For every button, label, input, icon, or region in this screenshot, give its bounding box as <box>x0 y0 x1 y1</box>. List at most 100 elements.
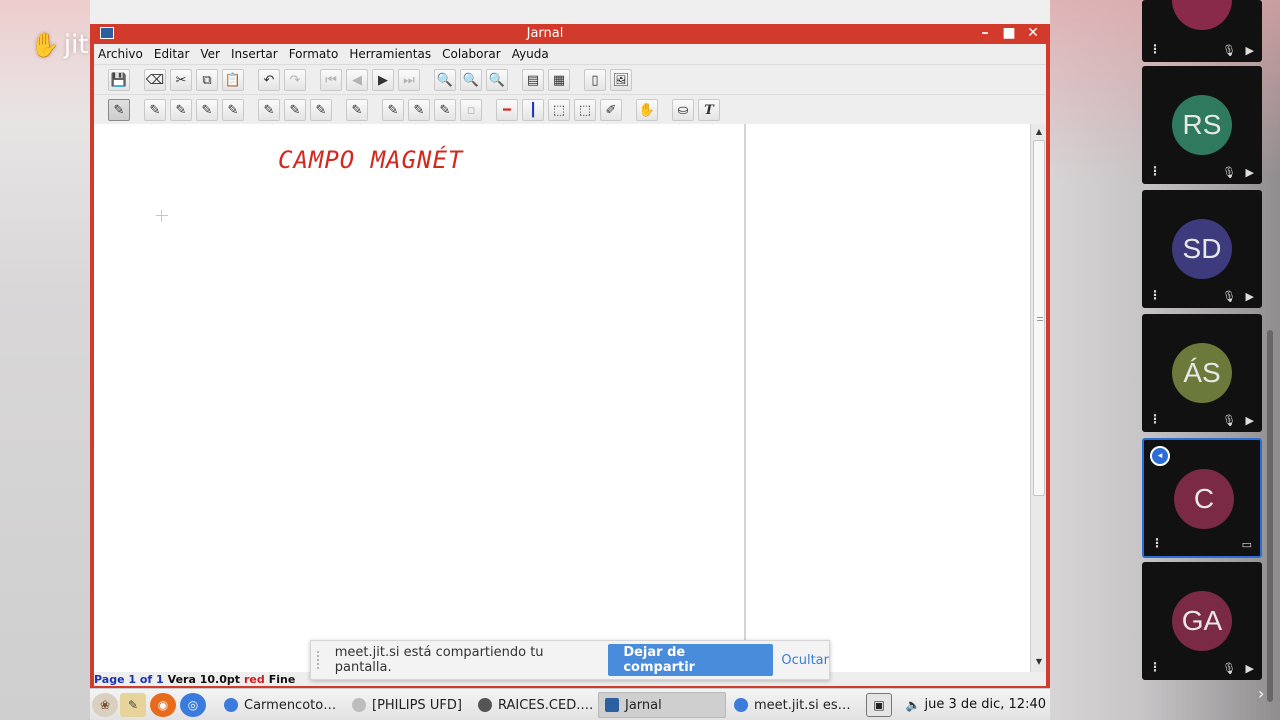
vertical-scrollbar[interactable]: ▲ ▼ <box>1030 124 1046 672</box>
highlighter-white-icon[interactable]: ▫ <box>460 99 482 121</box>
zoom-in-icon[interactable]: 🔍 <box>434 69 456 91</box>
filmstrip-scrollbar[interactable] <box>1267 330 1273 702</box>
copy-icon[interactable]: ⧉ <box>196 69 218 91</box>
previous-page-icon[interactable]: ◀ <box>346 69 368 91</box>
avatar: ÁS <box>1172 343 1232 403</box>
next-page-icon[interactable]: ▶ <box>372 69 394 91</box>
status-width: Fine <box>268 672 296 686</box>
avatar: GA <box>1172 591 1232 651</box>
insert-image-icon[interactable]: 🖼 <box>610 69 632 91</box>
participant-tile-c[interactable]: ◂ C ⋮ ▭ <box>1142 438 1262 558</box>
drag-handle[interactable] <box>317 651 329 669</box>
task-jarnal[interactable]: Jarnal <box>598 692 726 718</box>
more-options-icon[interactable]: ⋮ <box>1149 164 1161 178</box>
minimize-button[interactable]: – <box>978 25 992 41</box>
highlighter-blue-icon[interactable]: ✎ <box>382 99 404 121</box>
new-page-icon[interactable]: ▯ <box>584 69 606 91</box>
multi-page-view-icon[interactable]: ▦ <box>548 69 570 91</box>
menu-ayuda[interactable]: Ayuda <box>512 47 549 61</box>
line-horizontal-icon[interactable]: ━ <box>496 99 518 121</box>
participant-tile-sd[interactable]: SD ⋮ 🎙 ▶ <box>1142 190 1262 308</box>
drawing-canvas[interactable]: CAMPO MAGNÉT ▲ ▼ <box>94 124 1046 672</box>
pen-red-color-icon[interactable]: ✎ <box>310 99 332 121</box>
task-philips-ufd[interactable]: [PHILIPS UFD] <box>346 692 468 718</box>
save-icon[interactable]: 💾 <box>108 69 130 91</box>
pen-fine-icon[interactable]: ✎ <box>170 99 192 121</box>
undo-icon[interactable]: ↶ <box>258 69 280 91</box>
jarnal-window: Jarnal – ■ ✕ Archivo Editar Ver Insertar… <box>90 24 1050 688</box>
pen-settings-icon[interactable]: ✎ <box>346 99 368 121</box>
select-lasso-icon[interactable]: ⬚ <box>574 99 596 121</box>
chevron-right-icon[interactable]: › <box>1258 684 1264 703</box>
text-tool-icon[interactable]: T <box>698 99 720 121</box>
scroll-grip <box>1037 317 1043 321</box>
single-page-view-icon[interactable]: ▤ <box>522 69 544 91</box>
volume-icon[interactable]: 🔈 <box>900 693 926 717</box>
pen-blue-icon[interactable]: ✎ <box>284 99 306 121</box>
firefox-icon[interactable]: ◉ <box>150 693 176 717</box>
participant-tile-ga[interactable]: GA ⋮ 🎙 ▶ <box>1142 562 1262 680</box>
highlighter-pink-icon[interactable]: ✎ <box>434 99 456 121</box>
chromium-icon[interactable]: ◎ <box>180 693 206 717</box>
menu-colaborar[interactable]: Colaborar <box>442 47 501 61</box>
highlighter-yellow-icon[interactable]: ✎ <box>408 99 430 121</box>
more-options-icon[interactable]: ⋮ <box>1149 412 1161 426</box>
clock[interactable]: jue 3 de dic, 12:40 <box>924 697 1046 712</box>
more-options-icon[interactable]: ⋮ <box>1149 660 1161 674</box>
avatar <box>1172 0 1232 30</box>
more-options-icon[interactable]: ⋮ <box>1149 42 1161 56</box>
title-bar[interactable]: Jarnal – ■ ✕ <box>90 24 1050 44</box>
menu-ver[interactable]: Ver <box>200 47 220 61</box>
maximize-button[interactable]: ■ <box>1002 25 1016 41</box>
pen-very-fine-icon[interactable]: ✎ <box>144 99 166 121</box>
participant-tile-1[interactable]: ⋮ 🎙 ▶ <box>1142 0 1262 62</box>
eraser-pen-icon[interactable]: ✐ <box>600 99 622 121</box>
participant-tile-rs[interactable]: RS ⋮ 🎙 ▶ <box>1142 66 1262 184</box>
screenshot-icon[interactable]: ▣ <box>866 693 892 717</box>
more-options-icon[interactable]: ⋮ <box>1149 288 1161 302</box>
last-page-icon[interactable]: ⏭ <box>398 69 420 91</box>
redo-icon[interactable]: ↷ <box>284 69 306 91</box>
page-area[interactable]: CAMPO MAGNÉT <box>94 124 746 672</box>
left-background <box>0 0 90 720</box>
task-raices[interactable]: RAICES.CED.… <box>472 692 599 718</box>
menu-herramientas[interactable]: Herramientas <box>349 47 431 61</box>
hand-tool-icon[interactable]: ✋ <box>636 99 658 121</box>
stop-sharing-button[interactable]: Dejar de compartir <box>608 644 774 676</box>
zoom-out-icon[interactable]: 🔍 <box>460 69 482 91</box>
line-vertical-icon[interactable]: ┃ <box>522 99 544 121</box>
menu-formato[interactable]: Formato <box>289 47 339 61</box>
menu-insertar[interactable]: Insertar <box>231 47 278 61</box>
scroll-thumb[interactable] <box>1033 140 1045 496</box>
camera-off-icon: ▶ <box>1245 290 1254 303</box>
notes-app-icon[interactable]: ✎ <box>120 693 146 717</box>
pen-heavy-icon[interactable]: ✎ <box>222 99 244 121</box>
chrome-task-icon <box>734 698 748 712</box>
more-options-icon[interactable]: ⋮ <box>1151 536 1163 550</box>
select-rectangle-icon[interactable]: ⬚ <box>548 99 570 121</box>
pen-red-icon[interactable]: ✎ <box>108 99 130 121</box>
participant-tile-as[interactable]: ÁS ⋮ 🎙 ▶ <box>1142 314 1262 432</box>
hide-button[interactable]: Ocultar <box>781 653 829 668</box>
task-meet[interactable]: meet.jit.si es… <box>728 692 857 718</box>
close-button[interactable]: ✕ <box>1026 25 1040 41</box>
task-carmencoto[interactable]: Carmencoto… <box>218 692 342 718</box>
cut-icon[interactable]: ✂ <box>170 69 192 91</box>
paste-icon[interactable]: 📋 <box>222 69 244 91</box>
toolbar-pens: ✎ ✎ ✎ ✎ ✎ ✎ ✎ ✎ ✎ ✎ ✎ ✎ ▫ ━ ┃ ⬚ ⬚ ✐ ✋ ⛀ … <box>94 94 1046 124</box>
task-label: [PHILIPS UFD] <box>372 697 462 713</box>
pen-black-icon[interactable]: ✎ <box>258 99 280 121</box>
scroll-down-icon[interactable]: ▼ <box>1033 656 1045 668</box>
eraser-icon[interactable]: ⌫ <box>144 69 166 91</box>
menu-archivo[interactable]: Archivo <box>98 47 143 61</box>
pen-medium-icon[interactable]: ✎ <box>196 99 218 121</box>
first-page-icon[interactable]: ⏮ <box>320 69 342 91</box>
top-strip <box>90 0 1050 24</box>
fill-icon[interactable]: ⛀ <box>672 99 694 121</box>
scroll-up-icon[interactable]: ▲ <box>1033 126 1045 138</box>
zoom-fit-icon[interactable]: 🔍 <box>486 69 508 91</box>
system-menu-icon[interactable]: ❀ <box>92 693 118 717</box>
menu-editar[interactable]: Editar <box>154 47 190 61</box>
mic-muted-icon: 🎙 <box>1222 662 1236 675</box>
gear-icon <box>478 698 492 712</box>
